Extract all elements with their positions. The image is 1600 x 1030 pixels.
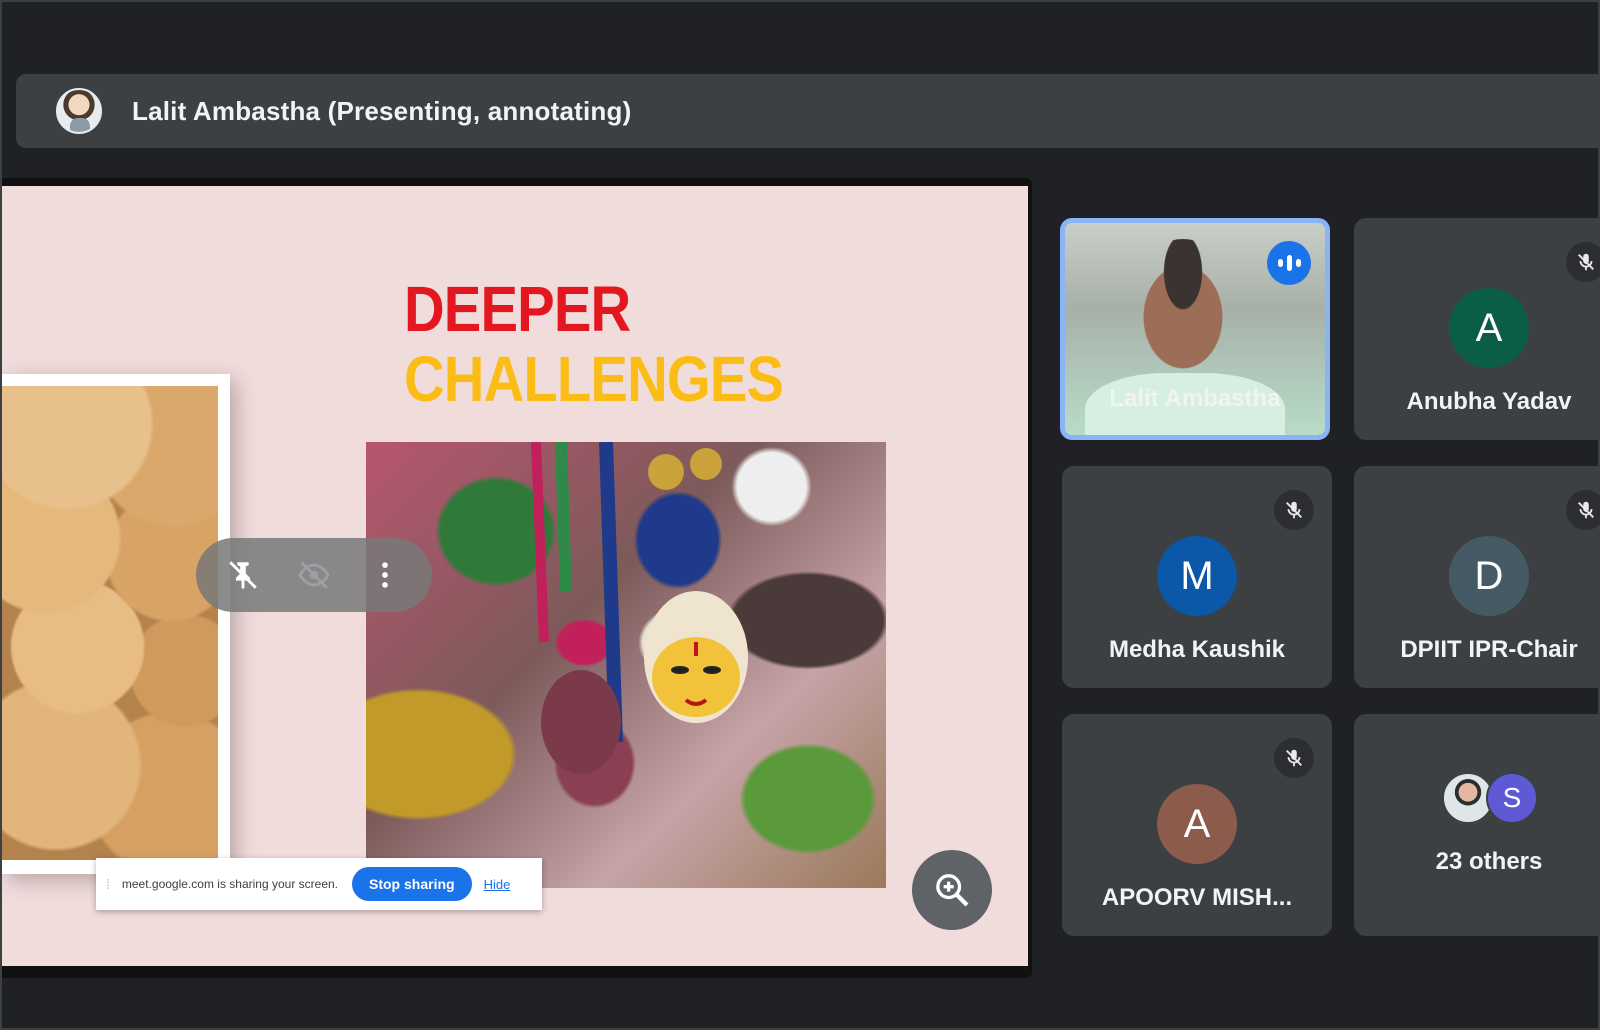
speaking-indicator-icon <box>1267 241 1311 285</box>
slide-title-line1: DEEPER <box>404 273 631 345</box>
participant-tile-lalit[interactable]: Lalit Ambastha <box>1060 218 1330 440</box>
avatar: D <box>1449 536 1529 616</box>
mic-off-icon <box>1274 738 1314 778</box>
slide-title-line2: CHALLENGES <box>404 343 784 415</box>
pin-off-icon[interactable] <box>221 553 265 597</box>
craft-photo-detail <box>531 442 748 774</box>
shared-screen[interactable]: DEEPER CHALLENGES ⁞ meet.google.com is s… <box>2 178 1032 978</box>
participant-name: Medha Kaushik <box>1108 636 1286 663</box>
avatar: M <box>1157 536 1237 616</box>
mic-off-icon <box>1566 242 1600 282</box>
avatar: A <box>1157 784 1237 864</box>
screen-share-bar: ⁞ meet.google.com is sharing your screen… <box>96 858 542 910</box>
participant-video <box>1123 239 1243 389</box>
presenter-avatar <box>56 88 102 134</box>
participant-tile-apoorv[interactable]: A APOORV MISH... <box>1062 714 1332 936</box>
avatar: A <box>1449 288 1529 368</box>
drag-handle-icon[interactable]: ⁞ <box>106 876 110 892</box>
avatar: S <box>1486 772 1538 824</box>
presentation-slide: DEEPER CHALLENGES ⁞ meet.google.com is s… <box>2 186 1028 966</box>
mic-off-icon <box>1274 490 1314 530</box>
others-count: 23 others <box>1435 848 1543 875</box>
stop-sharing-button[interactable]: Stop sharing <box>352 867 472 901</box>
participant-tile-medha[interactable]: M Medha Kaushik <box>1062 466 1332 688</box>
participant-tile-dpiit[interactable]: D DPIIT IPR-Chair <box>1354 466 1600 688</box>
slide-title: DEEPER CHALLENGES <box>404 273 784 415</box>
craft-photo <box>366 442 886 888</box>
participant-tile-anubha[interactable]: A Anubha Yadav <box>1354 218 1600 440</box>
presenter-title: Lalit Ambastha (Presenting, annotating) <box>132 95 632 126</box>
mic-off-icon <box>1566 490 1600 530</box>
more-vert-icon[interactable] <box>363 553 407 597</box>
hide-icon[interactable] <box>292 553 336 597</box>
food-photo <box>2 374 230 874</box>
participant-name: DPIIT IPR-Chair <box>1400 636 1578 663</box>
others-avatars: S <box>1442 772 1552 828</box>
participant-name: Lalit Ambastha <box>1109 385 1281 412</box>
share-message: meet.google.com is sharing your screen. <box>121 877 338 891</box>
others-tile[interactable]: S 23 others <box>1354 714 1600 936</box>
participant-name: Anubha Yadav <box>1406 388 1572 415</box>
hide-link[interactable]: Hide <box>484 877 511 892</box>
participant-name: APOORV MISH... <box>1101 884 1293 911</box>
zoom-in-button[interactable] <box>912 850 992 930</box>
zoom-in-icon <box>936 874 969 907</box>
meet-window: Lalit Ambastha (Presenting, annotating) … <box>0 0 1600 1030</box>
presenter-banner: Lalit Ambastha (Presenting, annotating) <box>16 74 1600 148</box>
annotation-toolbar <box>196 538 432 612</box>
